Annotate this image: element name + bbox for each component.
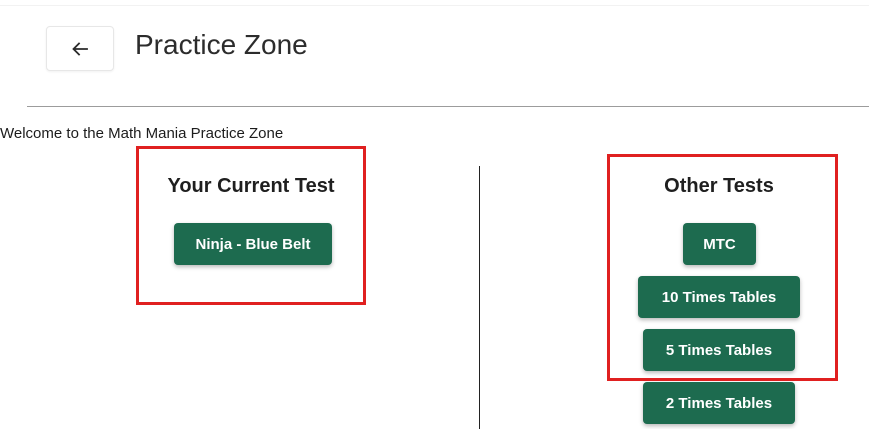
header-top-line bbox=[0, 5, 869, 6]
page-title: Practice Zone bbox=[135, 29, 308, 60]
test-button-5-times-tables[interactable]: 5 Times Tables bbox=[643, 329, 795, 371]
arrow-left-icon bbox=[70, 39, 90, 59]
test-button-2-times-tables[interactable]: 2 Times Tables bbox=[643, 382, 795, 424]
welcome-message: Welcome to the Math Mania Practice Zone bbox=[0, 125, 284, 142]
current-test-heading: Your Current Test bbox=[167, 175, 335, 197]
other-tests-heading: Other Tests bbox=[664, 175, 774, 197]
header-bar: Practice Zone bbox=[0, 0, 869, 106]
column-divider bbox=[479, 166, 480, 429]
current-test-button[interactable]: Ninja - Blue Belt bbox=[174, 223, 332, 265]
test-button-10-times-tables[interactable]: 10 Times Tables bbox=[638, 276, 800, 318]
header-divider bbox=[27, 106, 869, 107]
back-button[interactable] bbox=[46, 26, 114, 71]
test-button-mtc[interactable]: MTC bbox=[683, 223, 756, 265]
practice-zone-page: Practice Zone Welcome to the Math Mania … bbox=[0, 0, 869, 429]
